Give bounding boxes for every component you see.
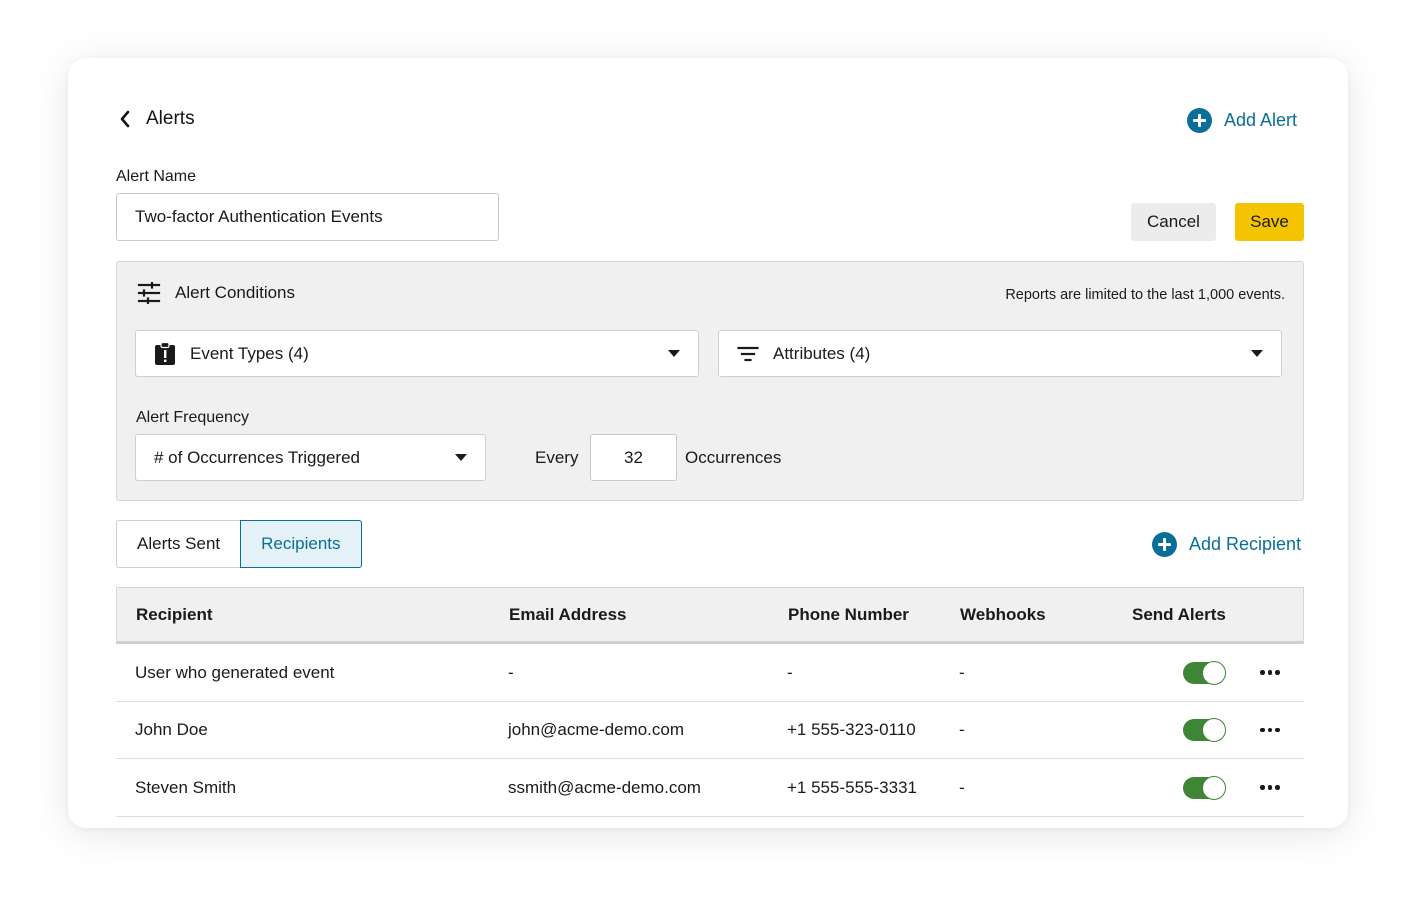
recipient-phone: +1 555-555-3331 <box>787 777 917 797</box>
sliders-icon <box>137 282 161 304</box>
recipient-email: john@acme-demo.com <box>508 720 684 739</box>
add-alert-label: Add Alert <box>1224 110 1298 130</box>
send-alerts-toggle[interactable] <box>1183 775 1226 800</box>
alert-frequency-label: Alert Frequency <box>136 409 249 426</box>
recipient-name: Steven Smith <box>135 777 237 797</box>
row-actions-kebab-icon[interactable] <box>1258 664 1282 681</box>
chevron-down-icon <box>1251 350 1263 357</box>
alert-conditions-header: Alert Conditions <box>137 282 295 304</box>
toggle-knob <box>1202 718 1226 742</box>
back-to-alerts-link[interactable]: Alerts <box>118 108 195 130</box>
plus-circle-icon <box>1187 108 1212 133</box>
recipient-webhooks: - <box>959 662 965 682</box>
occurrences-unit-label: Occurrences <box>685 448 782 467</box>
tab-alerts-sent[interactable]: Alerts Sent <box>116 520 241 568</box>
alert-name-value: Two-factor Authentication Events <box>135 207 383 226</box>
alert-name-input[interactable]: Two-factor Authentication Events <box>116 193 499 241</box>
tab-recipients[interactable]: Recipients <box>240 520 362 568</box>
table-row: Steven Smith ssmith@acme-demo.com +1 555… <box>116 759 1304 817</box>
clipboard-alert-icon <box>155 341 175 365</box>
save-button[interactable]: Save <box>1235 203 1304 241</box>
alert-conditions-panel: Alert Conditions Reports are limited to … <box>116 261 1304 501</box>
alert-editor-card: Alerts Add Alert Alert Name Two-factor A… <box>68 58 1348 828</box>
row-actions-kebab-icon[interactable] <box>1258 722 1282 739</box>
alert-name-label: Alert Name <box>116 168 197 185</box>
table-header: Recipient Email Address Phone Number Web… <box>116 587 1304 644</box>
chevron-down-icon <box>668 350 680 357</box>
attributes-label: Attributes (4) <box>773 343 871 363</box>
column-header-send-alerts: Send Alerts <box>1132 605 1226 624</box>
every-label: Every <box>535 448 579 467</box>
add-recipient-label: Add Recipient <box>1189 534 1302 554</box>
alert-frequency-select[interactable]: # of Occurrences Triggered <box>135 434 486 481</box>
recipient-name: User who generated event <box>135 662 335 682</box>
recipient-webhooks: - <box>959 777 965 797</box>
page-title: Alerts <box>146 108 195 129</box>
recipients-table: Recipient Email Address Phone Number Web… <box>116 587 1304 817</box>
chevron-down-icon <box>455 454 467 461</box>
toggle-knob <box>1202 660 1226 685</box>
recipient-phone: - <box>787 662 793 682</box>
add-alert-button[interactable]: Add Alert <box>1187 108 1297 133</box>
send-alerts-toggle[interactable] <box>1183 660 1226 685</box>
row-actions-kebab-icon[interactable] <box>1258 779 1282 796</box>
recipient-email: ssmith@acme-demo.com <box>508 777 701 797</box>
column-header-recipient: Recipient <box>136 605 213 624</box>
attributes-select[interactable]: Attributes (4) <box>718 330 1282 377</box>
toggle-knob <box>1202 775 1226 800</box>
chevron-left-icon <box>120 110 130 128</box>
cancel-button[interactable]: Cancel <box>1131 203 1216 241</box>
report-limit-note: Reports are limited to the last 1,000 ev… <box>1005 287 1285 303</box>
filter-lines-icon <box>737 346 759 361</box>
table-row: User who generated event - - - <box>116 644 1304 702</box>
alert-conditions-title: Alert Conditions <box>175 283 296 302</box>
occurrence-count-input[interactable]: 32 <box>590 434 677 481</box>
column-header-email: Email Address <box>509 605 627 624</box>
plus-circle-icon <box>1152 532 1177 557</box>
recipient-email: - <box>508 662 514 682</box>
table-row: John Doe john@acme-demo.com +1 555-323-0… <box>116 702 1304 759</box>
column-header-webhooks: Webhooks <box>960 605 1046 624</box>
occurrence-count-value: 32 <box>624 447 643 467</box>
recipient-webhooks: - <box>959 720 965 739</box>
recipient-name: John Doe <box>135 720 208 739</box>
column-header-phone: Phone Number <box>788 605 909 624</box>
recipient-tabs: Alerts Sent Recipients <box>116 520 362 568</box>
recipient-phone: +1 555-323-0110 <box>787 720 916 739</box>
send-alerts-toggle[interactable] <box>1183 718 1226 742</box>
add-recipient-button[interactable]: Add Recipient <box>1152 532 1301 557</box>
event-types-select[interactable]: Event Types (4) <box>135 330 699 377</box>
event-types-label: Event Types (4) <box>190 343 309 363</box>
alert-frequency-value: # of Occurrences Triggered <box>154 447 360 467</box>
